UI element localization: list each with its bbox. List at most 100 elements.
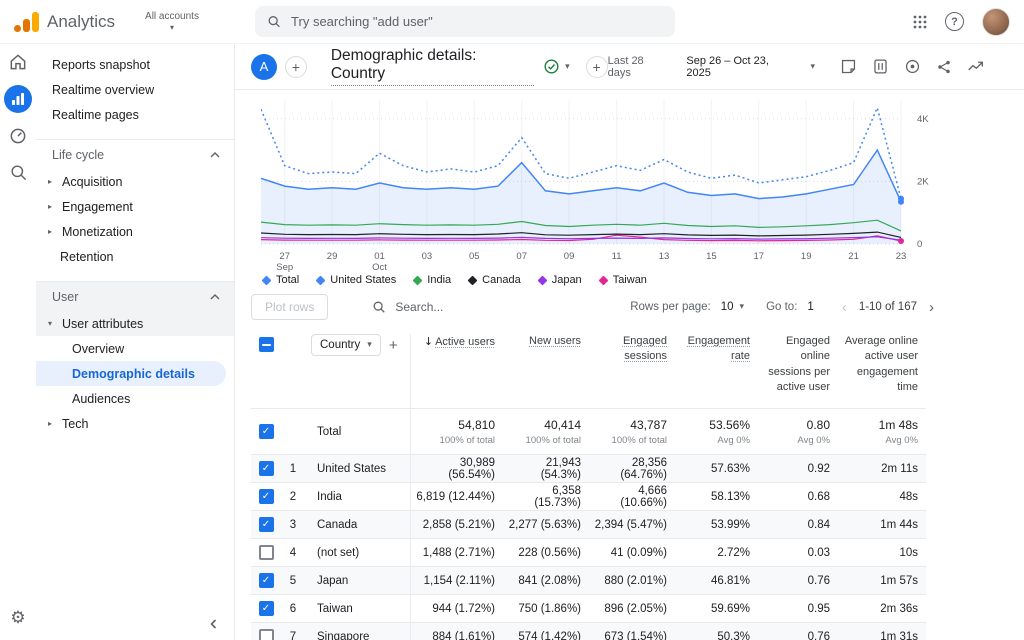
nav-acquisition[interactable]: ▸ Acquisition — [36, 169, 234, 194]
metric-subvalue: Avg 0% — [797, 435, 830, 446]
row-checkbox[interactable] — [259, 424, 274, 439]
row-checkbox[interactable] — [259, 601, 274, 616]
metric-cell: 2,858 (5.21%) — [411, 511, 503, 538]
metric-cell: 10s — [838, 539, 926, 566]
metric-value: 0.92 — [808, 463, 830, 475]
row-checkbox[interactable] — [259, 517, 274, 532]
row-checkbox[interactable] — [259, 461, 274, 476]
row-number: 3 — [281, 511, 305, 538]
column-header-new-users[interactable]: New users — [503, 334, 589, 408]
dimension-selector[interactable]: Country ▾ — [311, 334, 381, 356]
goto-page-input[interactable]: 1 — [807, 301, 813, 313]
table-search-placeholder: Search... — [395, 300, 443, 314]
metric-cell: 884 (1.61%) — [411, 623, 503, 640]
column-header-engaged-sessions-per-user[interactable]: Engaged online sessions per active user — [758, 334, 838, 408]
metric-value: 30,989 (56.54%) — [411, 457, 495, 481]
svg-text:05: 05 — [469, 251, 480, 262]
title-chevron-down-icon[interactable]: ▾ — [565, 62, 570, 72]
metric-cell: 2.72% — [675, 539, 758, 566]
next-page-icon[interactable]: › — [923, 299, 940, 316]
property-avatar[interactable]: A — [251, 54, 277, 80]
nav-retention[interactable]: Retention — [36, 244, 234, 269]
trend-chart-svg[interactable]: 02K4K27Sep2901Oct0305070911131517192123 — [261, 94, 955, 274]
metric-cell: 673 (1.54%) — [589, 623, 675, 640]
chart-legend: Total United States India Canada Japan Taiwan — [263, 274, 1024, 286]
column-header-avg-engagement-time[interactable]: Average online active user engagement ti… — [838, 334, 926, 408]
advertising-icon[interactable] — [5, 123, 31, 149]
row-checkbox[interactable] — [259, 545, 274, 560]
admin-gear-icon[interactable]: ⚙ — [10, 608, 25, 628]
plot-rows-button[interactable]: Plot rows — [251, 294, 328, 320]
help-icon[interactable]: ? — [945, 12, 964, 31]
account-switcher[interactable]: All accounts ▾ — [145, 11, 199, 32]
column-header-active-users[interactable]: ↓Active users — [411, 334, 503, 408]
report-title[interactable]: Demographic details: Country — [331, 47, 534, 86]
comparison-panel-icon[interactable] — [872, 58, 889, 75]
rows-per-page-chevron-icon[interactable]: ▾ — [740, 302, 745, 312]
nav-overview[interactable]: Overview — [36, 336, 234, 361]
share-icon[interactable] — [936, 59, 952, 75]
legend-item-taiwan[interactable]: Taiwan — [600, 274, 647, 286]
nav-demographic-details[interactable]: Demographic details — [36, 361, 226, 386]
add-note-icon[interactable] — [840, 58, 857, 75]
apps-grid-icon[interactable] — [913, 15, 927, 29]
row-checkbox[interactable] — [259, 629, 274, 640]
checkbox-cell — [251, 483, 281, 510]
add-comparison-button[interactable]: + — [285, 56, 307, 78]
nav-user-attributes[interactable]: ▾ User attributes — [36, 311, 234, 336]
country-cell: Japan — [305, 567, 411, 594]
legend-item-total[interactable]: Total — [263, 274, 299, 286]
legend-item-japan[interactable]: Japan — [539, 274, 582, 286]
country-cell: Singapore — [305, 623, 411, 640]
appbar-actions: ? — [913, 8, 1010, 36]
column-header-engaged-sessions[interactable]: Engaged sessions — [589, 334, 675, 408]
legend-item-india[interactable]: India — [414, 274, 451, 286]
select-all-checkbox[interactable] — [259, 337, 274, 352]
table-row: 6Taiwan944 (1.72%)750 (1.86%)896 (2.05%)… — [251, 594, 926, 622]
legend-item-united-states[interactable]: United States — [317, 274, 396, 286]
add-report-button[interactable]: + — [586, 56, 608, 78]
user-avatar[interactable] — [982, 8, 1010, 36]
table-header: Country ▾ + ↓Active users New users Enga… — [251, 326, 926, 408]
metric-value: 884 (1.61%) — [432, 631, 495, 640]
nav-section-life-cycle[interactable]: Life cycle — [36, 139, 234, 169]
rows-per-page-select[interactable]: 10 — [721, 301, 734, 313]
metric-cell: 1m 44s — [838, 511, 926, 538]
column-header-engagement-rate[interactable]: Engagement rate — [675, 334, 758, 408]
row-checkbox[interactable] — [259, 489, 274, 504]
home-icon[interactable] — [5, 49, 31, 75]
legend-item-canada[interactable]: Canada — [469, 274, 521, 286]
insights-icon[interactable] — [967, 58, 984, 75]
metric-value: 0.84 — [808, 519, 830, 531]
nav-realtime-overview[interactable]: Realtime overview — [36, 77, 234, 102]
date-chevron-down-icon[interactable]: ▾ — [810, 62, 815, 72]
metric-value: 841 (2.08%) — [518, 575, 581, 587]
nav-realtime-pages[interactable]: Realtime pages — [36, 102, 234, 127]
explore-icon[interactable] — [5, 159, 31, 185]
nav-section-user[interactable]: User — [36, 281, 234, 311]
svg-text:11: 11 — [612, 251, 622, 262]
date-range-value[interactable]: Sep 26 – Oct 23, 2025 — [686, 55, 795, 79]
nav-audiences[interactable]: Audiences — [36, 386, 234, 411]
nav-tech[interactable]: ▸ Tech — [36, 411, 234, 436]
saved-check-icon — [544, 59, 559, 74]
legend-label: Canada — [482, 274, 521, 286]
row-number: 6 — [281, 595, 305, 622]
global-search-input[interactable] — [291, 14, 663, 29]
row-checkbox[interactable] — [259, 573, 274, 588]
add-dimension-button[interactable]: + — [389, 337, 398, 354]
target-icon[interactable] — [904, 58, 921, 75]
previous-page-icon[interactable]: ‹ — [836, 299, 853, 316]
report-nav: Reports snapshot Realtime overview Realt… — [36, 44, 234, 640]
metric-value: 48s — [899, 491, 918, 503]
nav-monetization[interactable]: ▸ Monetization — [36, 219, 234, 244]
nav-reports-snapshot[interactable]: Reports snapshot — [36, 52, 234, 77]
global-search[interactable] — [255, 6, 675, 37]
google-analytics-logo[interactable] — [14, 12, 39, 32]
collapse-sidenav-icon[interactable] — [208, 618, 220, 630]
reports-icon[interactable] — [4, 85, 32, 113]
svg-text:Sep: Sep — [276, 262, 293, 273]
nav-engagement[interactable]: ▸ Engagement — [36, 194, 234, 219]
table-search[interactable]: Search... — [372, 300, 443, 314]
metric-value: 2m 11s — [881, 463, 918, 475]
